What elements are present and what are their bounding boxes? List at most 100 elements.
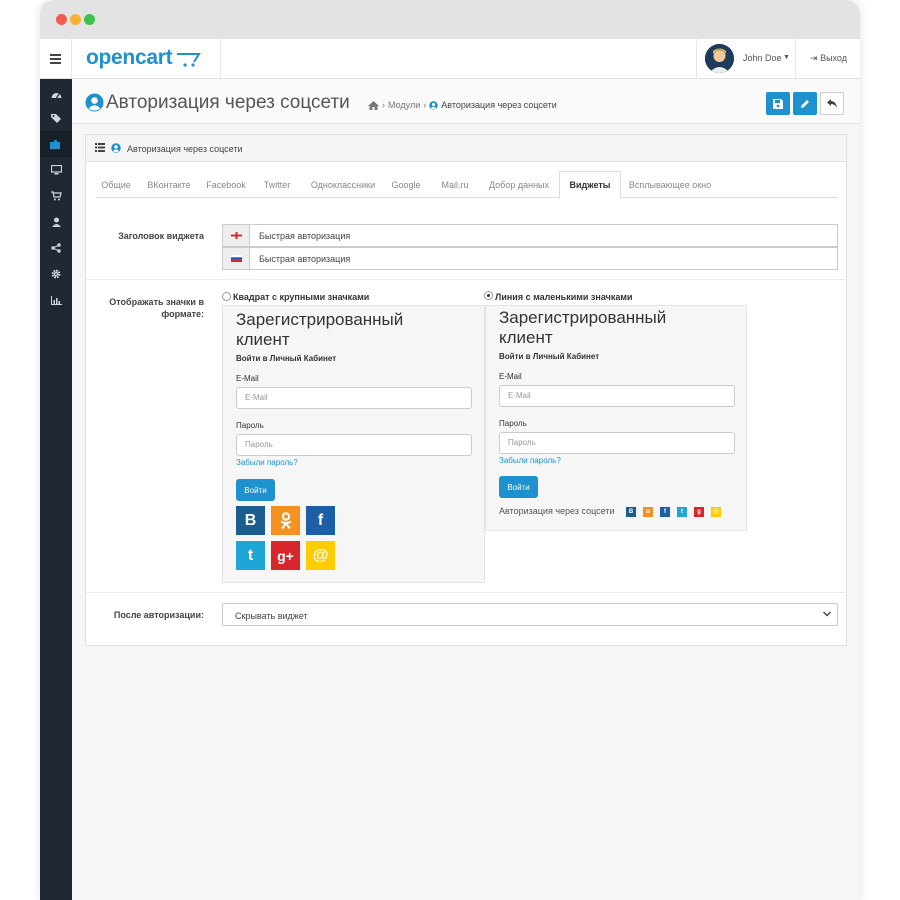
main-content: Авторизация через соцсети › Модули › Авт…: [72, 79, 860, 900]
tab-general[interactable]: Общие: [96, 171, 136, 198]
user-circle-icon: [429, 100, 439, 110]
mailru-icon[interactable]: @: [711, 507, 721, 517]
line-format-radio[interactable]: [484, 291, 493, 300]
google-plus-icon[interactable]: g+: [271, 541, 300, 570]
browser-window: opencart John Doe ▼ ⇥ Выход Авторизация …: [40, 0, 860, 900]
divider: [86, 592, 846, 593]
menu-toggle-button[interactable]: [40, 39, 72, 79]
logout-label: Выход: [820, 53, 847, 63]
window-titlebar: [40, 0, 860, 39]
opencart-logo[interactable]: opencart: [86, 46, 173, 70]
forgot-password-link[interactable]: Забыли пароль?: [499, 456, 561, 465]
breadcrumb: › Модули › Авторизация через соцсети: [368, 100, 557, 110]
mailru-icon[interactable]: @: [306, 541, 335, 570]
breadcrumb-current[interactable]: Авторизация через соцсети: [441, 100, 556, 110]
square-format-radio[interactable]: [222, 292, 231, 301]
widget-title-ru-value: Быстрая авторизация: [259, 254, 351, 264]
login-button[interactable]: Войти: [236, 479, 275, 501]
vk-icon[interactable]: B: [236, 506, 265, 535]
social-login-label: Авторизация через соцсети: [499, 506, 615, 516]
edit-button[interactable]: [793, 92, 817, 115]
panel-heading: Авторизация через соцсети: [86, 135, 846, 162]
tab-extra-data[interactable]: Добор данных: [486, 171, 552, 198]
after-auth-select[interactable]: Скрывать виджет: [222, 603, 838, 626]
email-label: E-Mail: [499, 372, 522, 381]
email-input[interactable]: E-Mail: [499, 385, 735, 407]
dashboard-icon[interactable]: [40, 81, 72, 107]
user-menu[interactable]: John Doe ▼: [696, 39, 796, 79]
top-header: opencart John Doe ▼ ⇥ Выход: [40, 39, 860, 79]
pencil-icon: [801, 99, 809, 108]
after-auth-label: После авторизации:: [113, 610, 204, 620]
share-icon[interactable]: [40, 235, 72, 261]
user-name: John Doe: [743, 53, 782, 63]
password-label: Пароль: [499, 419, 527, 428]
divider: [86, 279, 846, 280]
odnoklassniki-icon[interactable]: o: [643, 507, 653, 517]
breadcrumb-separator: ›: [382, 100, 385, 110]
tab-popup[interactable]: Всплывающее окно: [626, 171, 714, 198]
tab-twitter[interactable]: Twitter: [259, 171, 295, 198]
user-icon[interactable]: [40, 209, 72, 235]
save-button[interactable]: [766, 92, 790, 115]
google-plus-icon[interactable]: g: [694, 507, 704, 517]
preview-title: Зарегистрированный клиент: [236, 310, 404, 349]
tags-icon[interactable]: [40, 105, 72, 131]
email-input[interactable]: E-Mail: [236, 387, 472, 409]
tab-google[interactable]: Google: [388, 171, 424, 198]
tab-mailru[interactable]: Mail.ru: [436, 171, 474, 198]
facebook-icon[interactable]: f: [660, 507, 670, 517]
password-input[interactable]: Пароль: [499, 432, 735, 454]
hamburger-icon: [50, 54, 61, 64]
minimize-window-button[interactable]: [70, 14, 81, 25]
sign-out-icon: ⇥: [810, 53, 818, 63]
after-auth-value: Скрывать виджет: [235, 611, 308, 621]
breadcrumb-separator: ›: [423, 100, 427, 110]
email-label: E-Mail: [236, 374, 259, 383]
russian-flag-icon: [223, 248, 250, 269]
back-button[interactable]: [820, 92, 844, 115]
vk-icon[interactable]: B: [626, 507, 636, 517]
cart-logo-icon: [177, 53, 201, 67]
breadcrumb-modules-link[interactable]: Модули: [388, 100, 420, 110]
bar-chart-icon[interactable]: [40, 287, 72, 313]
twitter-icon[interactable]: t: [677, 507, 687, 517]
widget-title-en-input[interactable]: Быстрая авторизация: [222, 224, 838, 247]
forgot-password-link[interactable]: Забыли пароль?: [236, 458, 298, 467]
password-input[interactable]: Пароль: [236, 434, 472, 456]
tab-bar: Общие ВКонтакте Facebook Twitter Однокла…: [96, 171, 838, 199]
odnoklassniki-icon[interactable]: [271, 506, 300, 535]
close-window-button[interactable]: [56, 14, 67, 25]
home-icon[interactable]: [368, 100, 379, 110]
chevron-down-icon: [822, 609, 832, 619]
preview-subtitle: Войти в Личный Кабинет: [499, 352, 600, 361]
tab-vkontakte[interactable]: ВКонтакте: [144, 171, 194, 198]
gear-icon[interactable]: [40, 261, 72, 287]
tab-facebook[interactable]: Facebook: [204, 171, 248, 198]
cart-icon[interactable]: [40, 183, 72, 209]
header-divider: [220, 39, 221, 79]
widget-title-ru-input[interactable]: Быстрая авторизация: [222, 247, 838, 270]
module-panel: Авторизация через соцсети Общие ВКонтакт…: [85, 134, 847, 646]
desktop-icon[interactable]: [40, 157, 72, 183]
reply-icon: [827, 99, 837, 108]
facebook-icon[interactable]: f: [306, 506, 335, 535]
english-flag-icon: [223, 225, 250, 246]
floppy-disk-icon: [773, 98, 783, 109]
tab-odnoklassniki[interactable]: Одноклассники: [310, 171, 376, 198]
line-format-preview: Зарегистрированный клиент Войти в Личный…: [485, 305, 747, 531]
user-circle-icon: [85, 93, 104, 112]
square-format-label[interactable]: Квадрат с крупными значками: [233, 292, 369, 302]
password-label: Пароль: [236, 421, 264, 430]
tab-widgets[interactable]: Виджеты: [559, 171, 621, 199]
square-format-preview: Зарегистрированный клиент Войти в Личный…: [222, 305, 485, 583]
login-button[interactable]: Войти: [499, 476, 538, 498]
avatar: [705, 44, 734, 73]
panel-title: Авторизация через соцсети: [127, 144, 243, 154]
line-format-label[interactable]: Линия с маленькими значками: [495, 292, 633, 302]
maximize-window-button[interactable]: [84, 14, 95, 25]
chevron-down-icon: ▼: [783, 54, 790, 61]
puzzle-icon[interactable]: [40, 131, 72, 157]
logout-link[interactable]: ⇥ Выход: [810, 53, 847, 64]
twitter-icon[interactable]: t: [236, 541, 265, 570]
